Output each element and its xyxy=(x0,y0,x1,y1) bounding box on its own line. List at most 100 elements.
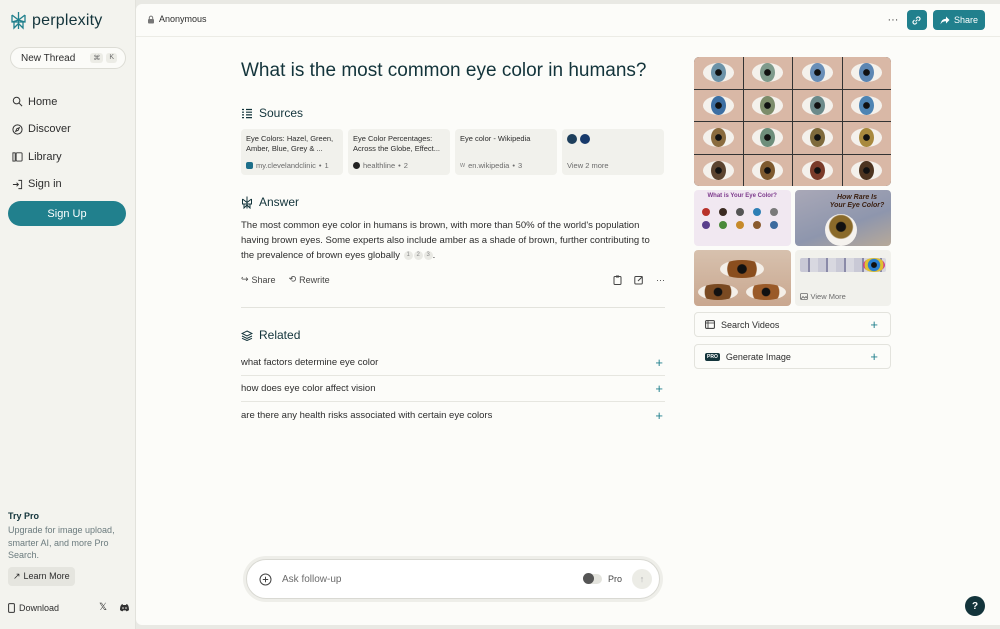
x-twitter-icon[interactable]: 𝕏 xyxy=(99,602,107,613)
eye-tile xyxy=(793,122,842,154)
answer-body: The most common eye color in humans is b… xyxy=(241,220,650,261)
eye-tile xyxy=(694,122,743,154)
command-key: ⌘ xyxy=(90,53,104,63)
phone-icon xyxy=(8,602,15,613)
source-card[interactable]: Eye color - Wikipedia w en.wikipedia • 3 xyxy=(455,129,557,175)
video-icon xyxy=(705,320,715,329)
related-question[interactable]: are there any health risks associated wi… xyxy=(241,402,665,428)
view-more-sources-card[interactable]: View 2 more xyxy=(562,129,664,175)
eye-color-chart-image[interactable]: What is Your Eye Color? xyxy=(694,190,791,246)
new-thread-label: New Thread xyxy=(21,52,76,64)
related-question[interactable]: how does eye color affect vision + xyxy=(241,376,665,402)
arrow-up-right-icon: ↗ xyxy=(13,570,21,581)
source-card[interactable]: Eye Colors: Hazel, Green, Amber, Blue, G… xyxy=(241,129,343,175)
answer-share-button[interactable]: ↪ Share xyxy=(241,274,276,285)
new-thread-button[interactable]: New Thread ⌘ K xyxy=(10,47,126,69)
share-arrow-icon: ↪ xyxy=(241,274,249,284)
swatch xyxy=(770,221,778,229)
more-options-button[interactable]: ··· xyxy=(885,14,901,26)
perplexity-answer-icon xyxy=(242,196,252,209)
eye-tile xyxy=(793,57,842,89)
view-more-images: View More xyxy=(799,292,846,301)
edit-icon[interactable] xyxy=(634,275,644,285)
eye-tile xyxy=(842,154,891,186)
more-sources-favicons xyxy=(567,134,659,144)
sidebar-item-discover[interactable]: Discover xyxy=(12,116,71,144)
share-label: Share xyxy=(953,15,978,25)
discord-icon[interactable] xyxy=(119,603,130,612)
eye-tile xyxy=(694,57,743,89)
user-indicator: Anonymous xyxy=(147,14,207,24)
plus-icon: + xyxy=(870,349,878,364)
brown-eye-graphic xyxy=(720,260,764,278)
sidebar: perplexity New Thread ⌘ K Home Discover … xyxy=(0,0,136,629)
rewrite-button[interactable]: ⟲ Rewrite xyxy=(289,274,330,285)
sidebar-item-sign-in[interactable]: Sign in xyxy=(12,171,71,199)
arrow-up-icon: ↑ xyxy=(639,574,645,584)
help-button[interactable]: ? xyxy=(965,596,985,616)
plus-icon: + xyxy=(870,317,878,332)
eyeball-graphic xyxy=(824,214,857,246)
answer-title: Answer xyxy=(259,195,300,209)
aao-favicon-icon xyxy=(580,134,590,144)
source-site: en.wikipedia xyxy=(468,161,510,170)
chart-swatches xyxy=(702,208,779,229)
download-link[interactable]: Download xyxy=(19,603,59,613)
search-videos-button[interactable]: Search Videos + xyxy=(694,312,891,337)
generate-image-label: Generate Image xyxy=(725,351,791,362)
citation-badge[interactable]: 1 xyxy=(403,250,413,260)
swatch xyxy=(753,208,761,216)
question-title: What is the most common eye color in hum… xyxy=(241,60,647,81)
rare-eye-color-image[interactable]: How Rare Is Your Eye Color? xyxy=(794,190,891,246)
perplexity-logo-icon xyxy=(11,12,26,30)
follow-up-input[interactable]: Ask follow-up xyxy=(282,574,341,585)
sidebar-item-label: Discover xyxy=(28,123,71,136)
sidebar-item-home[interactable]: Home xyxy=(12,88,71,116)
eye-tile xyxy=(842,89,891,121)
source-title: Eye color - Wikipedia xyxy=(460,134,531,143)
sidebar-item-label: Home xyxy=(28,95,58,108)
copy-link-button[interactable] xyxy=(906,10,927,30)
citation-badge[interactable]: 3 xyxy=(423,250,433,260)
sign-up-button[interactable]: Sign Up xyxy=(8,201,126,226)
plus-circle-icon[interactable] xyxy=(259,573,272,586)
image-row: View More xyxy=(694,250,891,306)
layers-icon xyxy=(241,329,253,341)
logo[interactable]: perplexity xyxy=(10,11,102,30)
source-site: my.clevelandclinic xyxy=(256,161,316,170)
source-number: 1 xyxy=(324,161,329,170)
source-title: Eye Color Percentages: Across the Globe,… xyxy=(353,134,440,153)
verywell-favicon-icon xyxy=(567,134,577,144)
sources-heading: Sources xyxy=(241,106,665,120)
eye-colors-image[interactable] xyxy=(694,57,891,186)
learn-more-label: Learn More xyxy=(23,571,70,581)
generate-image-button[interactable]: PRO Generate Image + xyxy=(694,344,891,369)
pro-toggle[interactable] xyxy=(582,573,602,584)
learn-more-button[interactable]: ↗ Learn More xyxy=(8,566,75,586)
try-pro-title: Try Pro xyxy=(8,511,40,521)
view-more-images-tile[interactable]: View More xyxy=(794,250,891,306)
swatch xyxy=(702,208,710,216)
image-row: What is Your Eye Color? How Rare Is Your… xyxy=(694,190,891,246)
library-icon xyxy=(12,152,23,162)
brown-eye-graphic xyxy=(746,284,786,300)
colorful-eye-thumb xyxy=(863,258,885,272)
citation-badge[interactable]: 2 xyxy=(413,250,423,260)
source-site: healthline xyxy=(363,161,396,170)
follow-up-bar: Ask follow-up Pro ↑ xyxy=(246,559,660,599)
brown-eyes-image[interactable] xyxy=(694,250,791,306)
source-separator: • xyxy=(512,161,515,170)
sources-list-icon xyxy=(242,108,252,118)
eye-tile xyxy=(743,154,792,186)
try-pro-panel: Try Pro Upgrade for image upload, smarte… xyxy=(8,511,130,586)
related-question[interactable]: what factors determine eye color + xyxy=(241,350,665,376)
share-button[interactable]: Share xyxy=(932,10,985,30)
source-card[interactable]: Eye Color Percentages: Across the Globe,… xyxy=(348,129,450,175)
media-column: What is Your Eye Color? How Rare Is Your… xyxy=(694,57,891,369)
source-number: 3 xyxy=(517,161,523,170)
answer-more-button[interactable]: ··· xyxy=(656,275,665,285)
answer-secondary-actions: ··· xyxy=(613,275,665,285)
send-button[interactable]: ↑ xyxy=(632,569,652,589)
sidebar-item-library[interactable]: Library xyxy=(12,143,71,171)
clipboard-icon[interactable] xyxy=(613,275,622,285)
